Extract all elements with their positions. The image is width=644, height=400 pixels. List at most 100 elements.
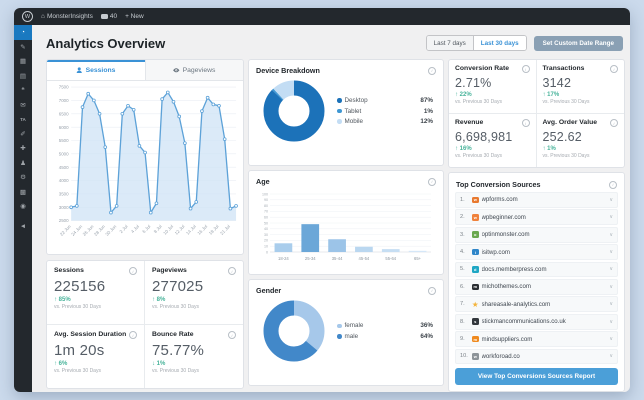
source-row-shareasale-analytics-com[interactable]: 7. ★ shareasale-analytics.com ∨ [455, 296, 618, 313]
info-icon[interactable]: i [228, 331, 236, 339]
legend-dot-icon [337, 334, 342, 339]
device-donut-chart [263, 80, 325, 142]
info-icon[interactable]: i [521, 119, 530, 127]
svg-text:2500: 2500 [59, 218, 69, 223]
sidebar-item-posts[interactable]: ✎ [14, 40, 32, 55]
comments-count: 40 [109, 13, 118, 20]
set-custom-date-range-button[interactable]: Set Custom Date Range [533, 35, 623, 51]
info-icon[interactable]: i [428, 177, 436, 186]
stat-card-avg-order-value: Avg. Order Value i 252.62 ↑ 1% vs. Previous … [537, 114, 625, 167]
source-rank: 4. [460, 249, 465, 256]
info-icon[interactable]: i [610, 119, 618, 127]
source-rank: 1. [460, 196, 465, 203]
sidebar-item-users[interactable]: ♟ [14, 156, 32, 171]
info-icon[interactable]: i [129, 331, 137, 339]
source-rank: 7. [460, 301, 465, 308]
svg-text:90: 90 [264, 198, 268, 202]
chevron-down-icon[interactable]: ∨ [609, 249, 613, 255]
sidebar-item-analytics-ta[interactable]: TA [14, 112, 32, 127]
view-top-conversion-sources-report-button[interactable]: View Top Conversions Sources Report [455, 368, 618, 386]
wordpress-admin-window: W ⌂ MonsterInsights 40 + New ◔ ✎ ▦ ▤ ❝ ✉ TA ✐ ✚ ♟… [14, 8, 630, 392]
stat-change: ↑ 85% [54, 297, 71, 303]
chevron-down-icon[interactable]: ∨ [609, 353, 613, 359]
favicon-icon: w [472, 196, 479, 204]
sidebar-item-monsterinsights[interactable]: ◉ [14, 199, 32, 214]
favicon-icon: d [472, 266, 479, 273]
stat-label: Bounce Rate [152, 331, 194, 338]
info-icon[interactable]: i [129, 267, 137, 275]
source-row-docs-memberpress-com[interactable]: 5. d docs.memberpress.com ∨ [455, 261, 618, 278]
dashboard-grid: Sessions Pageviews 2500 3000 3500 4000 4500 5… [46, 59, 625, 392]
sidebar-item-plugins[interactable]: ✚ [14, 141, 32, 156]
site-menu[interactable]: ⌂ MonsterInsights [41, 13, 93, 20]
sidebar-item-comments[interactable]: ❝ [14, 83, 32, 98]
svg-text:25-34: 25-34 [305, 256, 316, 261]
sidebar-item-tools[interactable]: ⚙ [14, 170, 32, 185]
favicon-icon: m [472, 335, 479, 343]
sidebar-item-feedback[interactable]: ✉ [14, 98, 32, 113]
source-row-wpforms-com[interactable]: 1. w wpforms.com ∨ [455, 192, 618, 208]
favicon-icon: o [472, 231, 479, 238]
chevron-down-icon[interactable]: ∨ [609, 266, 613, 272]
source-row-michothemes-com[interactable]: 6. m michothemes.com ∨ [455, 278, 618, 295]
favicon-icon: ★ [471, 299, 479, 309]
source-rank: 6. [460, 283, 465, 290]
wp-admin-bar: W ⌂ MonsterInsights 40 + New [14, 8, 630, 25]
info-icon[interactable]: i [521, 65, 530, 73]
chevron-down-icon[interactable]: ∨ [609, 232, 613, 238]
svg-text:65+: 65+ [414, 256, 422, 261]
sessions-line-chart: 2500 3000 3500 4000 4500 5000 5500 6000 6500 7000… [59, 85, 238, 237]
age-title: Age [256, 177, 270, 186]
source-row-wpbeginner-com[interactable]: 2. w wpbeginner.com ∨ [455, 209, 618, 226]
svg-text:3500: 3500 [59, 192, 69, 197]
traffic-stats-grid: Sessions i 225156 ↑ 85% vs. Previous 30 Days… [46, 260, 244, 389]
wordpress-logo-icon[interactable]: W [22, 11, 33, 22]
site-name: MonsterInsights [46, 13, 93, 20]
svg-text:21 Jul: 21 Jul [219, 224, 231, 236]
range-tab-last-7-days[interactable]: Last 7 days [426, 36, 474, 50]
source-row-workforoad-co[interactable]: 10. w workforoad.co ∨ [455, 348, 618, 365]
tab-sessions[interactable]: Sessions [47, 60, 145, 80]
source-row-stickmancommunications-co-uk[interactable]: 8. s stickmancommunications.co.uk ∨ [455, 313, 618, 330]
info-icon[interactable]: i [610, 65, 618, 73]
source-row-mindsuppliers-com[interactable]: 9. m mindsuppliers.com ∨ [455, 331, 618, 347]
svg-text:0: 0 [266, 250, 268, 254]
comments-menu[interactable]: 40 [100, 13, 118, 20]
sidebar-item-pages[interactable]: ▤ [14, 69, 32, 84]
source-row-optinmonster-com[interactable]: 3. o optinmonster.com ∨ [455, 226, 618, 243]
chevron-down-icon[interactable]: ∨ [609, 336, 613, 342]
sidebar-item-collapse[interactable]: ◄ [14, 220, 32, 235]
svg-text:14 Jul: 14 Jul [185, 224, 197, 236]
stat-compare: vs. Previous 30 Days [152, 304, 199, 310]
svg-text:55-64: 55-64 [385, 256, 396, 261]
stat-compare: vs. Previous 30 Days [152, 368, 199, 374]
legend-value: 12% [420, 118, 433, 125]
sidebar-item-dashboard[interactable]: ◔ [14, 25, 32, 40]
chevron-down-icon[interactable]: ∨ [609, 319, 613, 325]
source-row-isitwp-com[interactable]: 4. i isitwp.com ∨ [455, 244, 618, 260]
sessions-chart-panel: Sessions Pageviews 2500 3000 3500 4000 4500 5… [46, 59, 244, 255]
stat-change: ↑ 1% [542, 146, 556, 152]
stat-compare: vs. Previous 30 Days [455, 153, 502, 159]
chevron-down-icon[interactable]: ∨ [609, 284, 613, 290]
source-domain: michothemes.com [481, 283, 531, 291]
info-icon[interactable]: i [609, 180, 617, 189]
info-icon[interactable]: i [228, 267, 236, 275]
range-tab-last-30-days[interactable]: Last 30 days [473, 36, 526, 50]
sidebar-item-settings[interactable]: ▩ [14, 185, 32, 200]
new-menu[interactable]: + New [125, 13, 144, 20]
tab-pageviews[interactable]: Pageviews [144, 60, 243, 80]
info-icon[interactable]: i [428, 66, 436, 75]
sidebar-item-appearance[interactable]: ✐ [14, 127, 32, 142]
stat-card-pageviews: Pageviews i 277025 ↑ 8% vs. Previous 30 Days [145, 261, 243, 325]
svg-text:5000: 5000 [59, 151, 69, 156]
legend-label: female [344, 322, 364, 330]
chevron-down-icon[interactable]: ∨ [609, 214, 613, 220]
legend-dot-icon [337, 108, 342, 114]
info-icon[interactable]: i [428, 286, 436, 295]
source-rows: 1. w wpforms.com ∨ 2. w wpbeginner.com ∨ 3. o opti… [455, 192, 618, 365]
chevron-down-icon[interactable]: ∨ [609, 197, 613, 203]
home-icon: ⌂ [41, 13, 45, 20]
chevron-down-icon[interactable]: ∨ [609, 301, 613, 307]
sidebar-item-media[interactable]: ▦ [14, 54, 32, 69]
